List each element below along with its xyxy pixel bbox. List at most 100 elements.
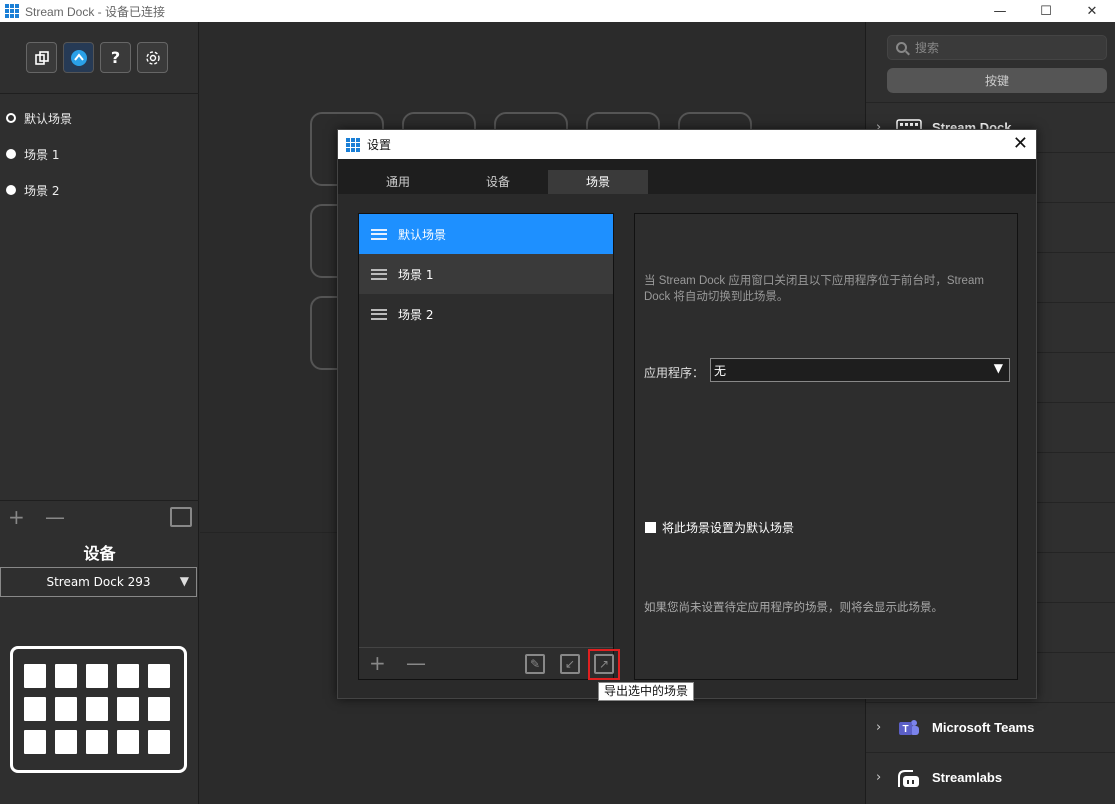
list-item-scene-2[interactable]: 场景 2 bbox=[359, 294, 613, 334]
device-key bbox=[117, 730, 139, 754]
list-item-label: 场景 1 bbox=[398, 267, 434, 282]
close-button[interactable]: ✕ bbox=[1069, 0, 1115, 22]
scene-description: 当 Stream Dock 应用窗口关闭且以下应用程序位于前台时，Stream … bbox=[644, 275, 984, 303]
export-highlight bbox=[588, 649, 620, 680]
scene-footnote: 如果您尚未设置待定应用程序的场景，则将会显示此场景。 bbox=[644, 602, 943, 614]
device-key bbox=[117, 697, 139, 721]
gear-icon bbox=[145, 50, 160, 65]
chevron-down-icon: ▼ bbox=[993, 361, 1003, 375]
device-key bbox=[55, 697, 77, 721]
list-item-label: 场景 2 bbox=[398, 307, 434, 322]
device-key bbox=[148, 664, 170, 688]
export-tooltip: 导出选中的场景 bbox=[598, 682, 695, 701]
scene-actions-bar: + — bbox=[0, 500, 199, 532]
app-logo-icon bbox=[5, 4, 19, 18]
drag-handle-icon[interactable] bbox=[371, 228, 387, 240]
title-bar: Stream Dock - 设备已连接 — ☐ ✕ bbox=[0, 0, 1115, 22]
list-item-scene-1[interactable]: 场景 1 bbox=[359, 254, 613, 294]
remove-scene-button[interactable]: — bbox=[45, 505, 65, 529]
toolbar: ? bbox=[26, 42, 168, 73]
device-select[interactable]: Stream Dock 293 ▼ bbox=[0, 567, 197, 597]
category-label: Streamlabs bbox=[932, 770, 1003, 785]
scene-list-panel: 默认场景 场景 1 场景 2 + — ✎ ↙ ↗ bbox=[358, 213, 620, 680]
minimize-button[interactable]: — bbox=[977, 0, 1023, 22]
scene-active-icon bbox=[6, 113, 16, 123]
scene-label: 场景 2 bbox=[24, 183, 60, 198]
app-logo-icon bbox=[346, 137, 360, 152]
device-key bbox=[148, 730, 170, 754]
default-scene-option[interactable]: 将此场景设置为默认场景 bbox=[645, 519, 794, 536]
category-streamlabs[interactable]: › Streamlabs bbox=[866, 752, 1115, 802]
device-key bbox=[86, 697, 108, 721]
dialog-title-bar: 设置 ✕ bbox=[338, 130, 1036, 159]
device-key bbox=[55, 730, 77, 754]
chevron-right-icon: › bbox=[876, 720, 882, 735]
remove-scene-button[interactable]: — bbox=[406, 651, 426, 675]
chevron-down-icon: ▼ bbox=[179, 574, 189, 588]
scene-list-footer: + — ✎ ↙ ↗ bbox=[359, 647, 620, 680]
tab-general[interactable]: 通用 bbox=[348, 170, 448, 194]
add-scene-button[interactable]: + bbox=[8, 505, 25, 529]
list-item-label: 默认场景 bbox=[398, 227, 447, 242]
app-label: 应用程序： bbox=[644, 366, 705, 380]
store-icon bbox=[70, 49, 87, 66]
scene-dot-icon bbox=[6, 185, 16, 195]
search-input[interactable]: 搜索 bbox=[887, 35, 1107, 60]
dialog-close-button[interactable]: ✕ bbox=[1013, 133, 1028, 154]
category-label: Microsoft Teams bbox=[932, 720, 1035, 735]
device-key bbox=[117, 664, 139, 688]
device-key bbox=[55, 664, 77, 688]
divider bbox=[0, 93, 199, 94]
chevron-right-icon: › bbox=[876, 770, 882, 785]
device-key bbox=[24, 697, 46, 721]
checkbox-label: 将此场景设置为默认场景 bbox=[662, 521, 795, 535]
list-item-default-scene[interactable]: 默认场景 bbox=[359, 214, 613, 254]
maximize-button[interactable]: ☐ bbox=[1023, 0, 1069, 22]
help-icon: ? bbox=[110, 48, 121, 67]
scene-list: 默认场景 场景 1 场景 2 bbox=[0, 100, 199, 208]
edit-scene-icon[interactable]: ✎ bbox=[525, 654, 545, 674]
store-button[interactable] bbox=[63, 42, 94, 73]
device-key bbox=[148, 697, 170, 721]
search-placeholder: 搜索 bbox=[915, 41, 940, 55]
device-key bbox=[24, 664, 46, 688]
scene-item-1[interactable]: 场景 1 bbox=[0, 136, 199, 172]
drag-handle-icon[interactable] bbox=[371, 308, 387, 320]
scene-detail-panel: 当 Stream Dock 应用窗口关闭且以下应用程序位于前台时，Stream … bbox=[634, 213, 1018, 680]
search-icon bbox=[896, 42, 907, 53]
device-key bbox=[24, 730, 46, 754]
settings-dialog: 设置 ✕ 通用 设备 场景 默认场景 场景 1 场景 2 + — ✎ ↙ ↗ 当… bbox=[337, 129, 1037, 699]
device-select-value: Stream Dock 293 bbox=[46, 575, 151, 589]
scene-dot-icon bbox=[6, 149, 16, 159]
add-scene-button[interactable]: + bbox=[369, 651, 386, 675]
scene-item-default[interactable]: 默认场景 bbox=[0, 100, 199, 136]
app-select-value: 无 bbox=[714, 363, 727, 378]
left-panel: ? 默认场景 场景 1 场景 2 + — 设备 Stream Dock 293 … bbox=[0, 22, 199, 804]
device-key bbox=[86, 730, 108, 754]
default-scene-checkbox[interactable] bbox=[645, 522, 656, 533]
teams-icon: T bbox=[899, 719, 919, 735]
key-category-button[interactable]: 按键 bbox=[887, 68, 1107, 93]
svg-text:T: T bbox=[902, 724, 908, 735]
settings-tabs: 通用 设备 场景 bbox=[338, 159, 1036, 194]
dialog-title: 设置 bbox=[367, 138, 392, 152]
window-title: Stream Dock - 设备已连接 bbox=[25, 4, 166, 19]
device-key bbox=[86, 664, 108, 688]
settings-button[interactable] bbox=[137, 42, 168, 73]
drag-handle-icon[interactable] bbox=[371, 268, 387, 280]
device-heading: 设备 bbox=[83, 544, 116, 563]
tab-device[interactable]: 设备 bbox=[448, 170, 548, 194]
scene-label: 场景 1 bbox=[24, 147, 60, 162]
scene-config-icon[interactable] bbox=[170, 507, 192, 527]
copy-icon bbox=[34, 50, 49, 65]
help-button[interactable]: ? bbox=[100, 42, 131, 73]
app-select[interactable]: 无 ▼ bbox=[710, 358, 1010, 382]
scene-label: 默认场景 bbox=[24, 111, 73, 126]
tab-scenes[interactable]: 场景 bbox=[548, 170, 648, 194]
import-scene-icon[interactable]: ↙ bbox=[560, 654, 580, 674]
multi-device-button[interactable] bbox=[26, 42, 57, 73]
device-preview[interactable] bbox=[10, 646, 187, 773]
category-microsoft-teams[interactable]: › T Microsoft Teams bbox=[866, 702, 1115, 752]
streamlabs-icon bbox=[898, 769, 919, 787]
scene-item-2[interactable]: 场景 2 bbox=[0, 172, 199, 208]
